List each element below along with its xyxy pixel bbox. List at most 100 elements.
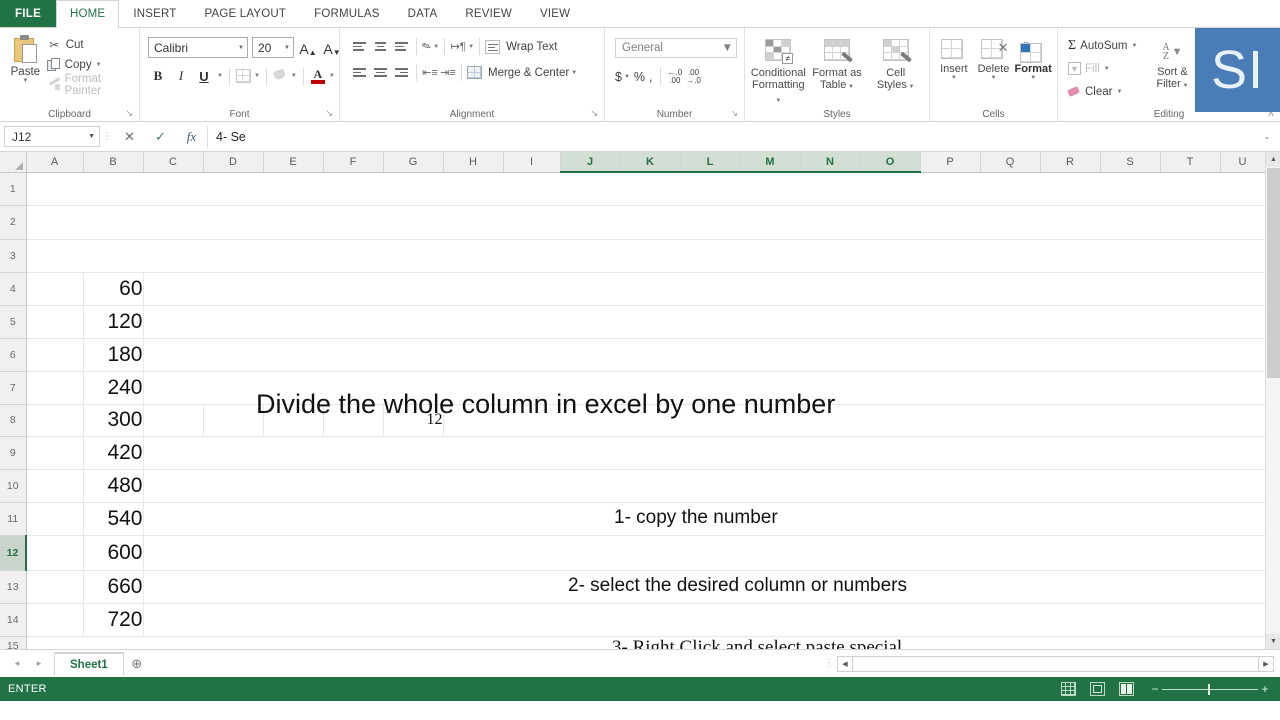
delete-cells-button[interactable]: ✕ Delete ▼ [974,34,1014,81]
cell-B13[interactable]: 660 [83,570,144,604]
tab-split-grip[interactable]: ⋮ [821,658,837,668]
row-cells[interactable] [26,239,1266,273]
scroll-right-icon[interactable]: ▶ [1258,655,1274,672]
chevron-down-icon[interactable]: ▼ [22,78,28,84]
cell-B7[interactable]: 240 [83,371,144,405]
row-cells[interactable] [143,535,1266,571]
fill-color-icon[interactable] [272,67,288,84]
column-header-T[interactable]: T [1160,152,1221,173]
autosum-button[interactable]: Σ AutoSum ▼ [1068,36,1137,55]
font-color-chevron-down-icon[interactable]: ▼ [329,73,335,79]
bold-button[interactable]: B [148,66,168,86]
merge-center-label[interactable]: Merge & Center [488,67,569,79]
cell-A4[interactable] [26,272,84,306]
tab-review[interactable]: REVIEW [451,0,526,27]
cell-B9[interactable]: 420 [83,436,144,470]
row-cells[interactable] [26,636,1266,649]
column-header-H[interactable]: H [443,152,504,173]
normal-view-icon[interactable] [1061,682,1076,696]
cell-A10[interactable] [26,469,84,503]
zoom-out-button[interactable]: − [1148,682,1162,696]
format-cells-button[interactable]: ↔ Format ▼ [1013,34,1053,81]
orientation-chevron-down-icon[interactable]: ▼ [433,44,439,50]
column-header-A[interactable]: A [26,152,84,173]
page-break-preview-icon[interactable] [1119,682,1134,696]
cell-B8[interactable]: 300 [83,404,144,437]
underline-button[interactable]: U [194,66,214,86]
alignment-dialog-launcher-icon[interactable]: ↘ [590,106,598,121]
cell-F8[interactable] [323,404,384,437]
text-direction-icon[interactable]: ↦¶ [450,40,466,54]
zoom-slider[interactable]: − + [1148,682,1272,696]
row-header-3[interactable]: 3 [0,239,27,273]
column-header-O[interactable]: O [860,152,921,173]
column-header-S[interactable]: S [1100,152,1161,173]
decrease-indent-icon[interactable]: ⇤≡ [422,66,438,80]
fill-button[interactable]: ▼ Fill ▼ [1068,59,1137,78]
column-header-F[interactable]: F [323,152,384,173]
worksheet-grid[interactable]: A B C D E F G H I J K L M N O P Q R S T [0,152,1280,649]
zoom-in-button[interactable]: + [1258,682,1272,696]
increase-indent-icon[interactable]: ⇥≡ [440,66,456,80]
tab-formulas[interactable]: FORMULAS [300,0,394,27]
insert-chevron-down-icon[interactable]: ▼ [951,75,957,81]
cell-A12[interactable] [26,535,84,571]
format-chevron-down-icon[interactable]: ▼ [1030,75,1036,81]
row-header-8[interactable]: 8 [0,404,27,437]
previous-sheet-button[interactable]: ◂ [6,653,28,675]
cell-G8-divisor[interactable]: 12 [383,404,444,437]
column-header-C[interactable]: C [143,152,204,173]
row-header-13[interactable]: 13 [0,570,27,604]
delete-chevron-down-icon[interactable]: ▼ [991,75,997,81]
borders-chevron-down-icon[interactable]: ▼ [254,73,260,79]
sort-filter-button[interactable]: A Z ▼ Sort & Filter ▼ [1147,38,1197,92]
row-header-2[interactable]: 2 [0,205,27,240]
horizontal-scroll-track[interactable] [853,655,1258,672]
wrap-text-label[interactable]: Wrap Text [506,41,557,53]
cell-styles-button[interactable]: Cell Styles ▼ [866,34,925,93]
tab-page-layout[interactable]: PAGE LAYOUT [190,0,300,27]
format-painter-button[interactable]: Format Painter [47,73,135,97]
row-cells[interactable] [26,172,1266,206]
font-color-icon[interactable]: A [310,68,326,84]
tab-view[interactable]: VIEW [526,0,584,27]
column-header-J[interactable]: J [560,152,621,173]
row-header-4[interactable]: 4 [0,272,27,306]
cell-A11[interactable] [26,502,84,536]
zoom-track[interactable] [1162,683,1258,695]
italic-button[interactable]: I [171,66,191,86]
cell-A8[interactable] [26,404,84,437]
select-all-button[interactable] [0,152,27,173]
row-header-6[interactable]: 6 [0,338,27,372]
row-cells[interactable] [143,371,1266,405]
scroll-up-icon[interactable]: ▲ [1266,152,1280,167]
copy-chevron-down-icon[interactable]: ▼ [96,62,102,68]
column-header-G[interactable]: G [383,152,444,173]
tab-insert[interactable]: INSERT [119,0,190,27]
row-cells[interactable] [143,603,1266,637]
column-header-N[interactable]: N [800,152,861,173]
cell-C8[interactable] [143,404,204,437]
align-left-icon[interactable] [350,65,369,81]
increase-decimal-button[interactable]: ←.0.00 [668,68,683,85]
underline-chevron-down-icon[interactable]: ▼ [217,73,223,79]
cut-button[interactable]: ✂ Cut [47,36,135,53]
cell-A5[interactable] [26,305,84,339]
font-name-select[interactable]: Calibri ▼ [148,37,248,58]
cell-A13[interactable] [26,570,84,604]
fill-color-chevron-down-icon[interactable]: ▼ [291,73,297,79]
horizontal-scrollbar[interactable]: ⋮ ◀ ▶ [821,655,1280,672]
row-header-9[interactable]: 9 [0,436,27,470]
clipboard-dialog-launcher-icon[interactable]: ↘ [125,106,133,121]
row-cells[interactable] [26,205,1266,240]
column-header-R[interactable]: R [1040,152,1101,173]
row-header-14[interactable]: 14 [0,603,27,637]
decrease-decimal-button[interactable]: .00 →.0 [686,68,701,85]
page-layout-view-icon[interactable] [1090,682,1105,696]
column-header-Q[interactable]: Q [980,152,1041,173]
number-format-select[interactable]: General ▼ [615,38,737,58]
cell-D8[interactable] [203,404,264,437]
copy-button[interactable]: Copy ▼ [46,56,135,73]
paste-button[interactable]: Paste ▼ [4,32,47,84]
row-header-7[interactable]: 7 [0,371,27,405]
